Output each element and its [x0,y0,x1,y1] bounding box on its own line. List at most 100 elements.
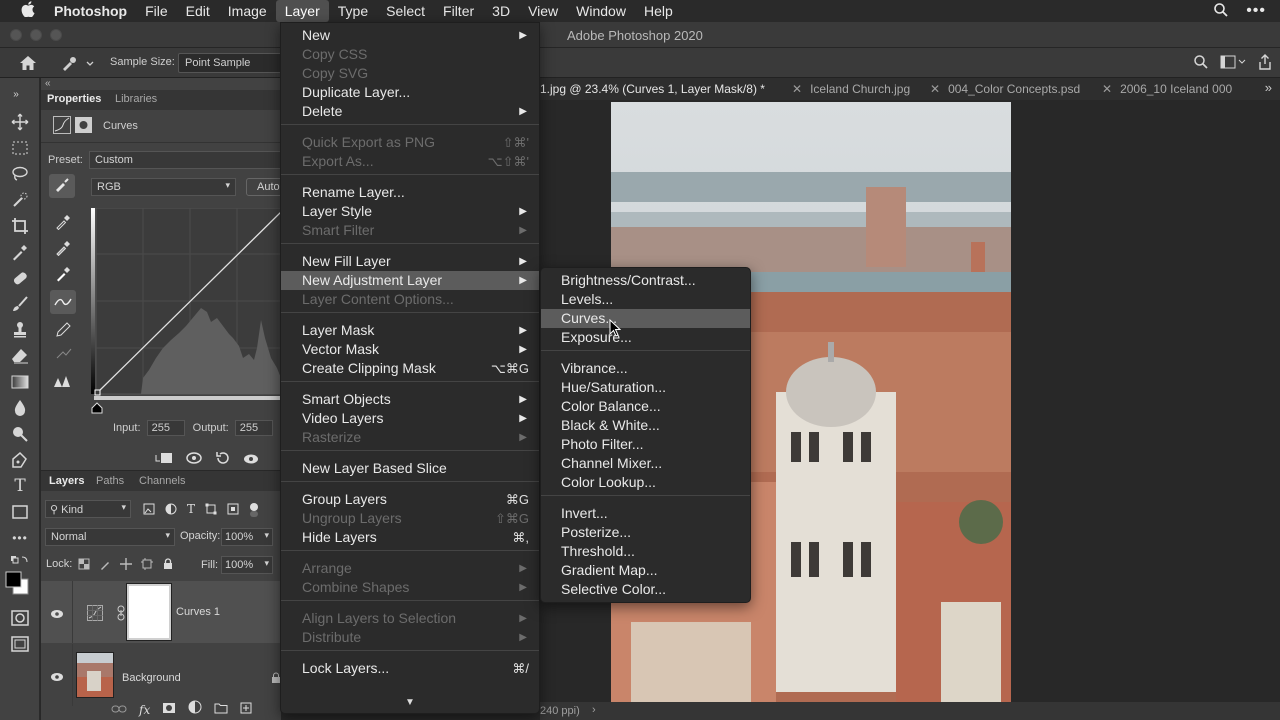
document-info[interactable]: 240 ppi) [540,705,580,717]
visibility-icon[interactable] [50,669,64,687]
type-tool-icon[interactable]: T [10,476,30,496]
lock-all-icon[interactable] [162,557,174,575]
zoom-window-button[interactable] [50,29,62,41]
menu-item-vector-mask[interactable]: Vector Mask ▶ [281,340,539,359]
lock-artboard-icon[interactable] [141,557,153,575]
menu-item-new[interactable]: New ▶ [281,26,539,45]
smart-object-filter-icon[interactable] [227,502,239,523]
more-icon[interactable]: ••• [1246,2,1266,20]
screen-mode-icon[interactable] [10,634,30,654]
submenu-item-photo-filter[interactable]: Photo Filter... [541,435,750,454]
scroll-down-arrow-icon[interactable]: ▼ [405,697,415,708]
minimize-window-button[interactable] [30,29,42,41]
fx-icon[interactable]: fx [139,703,150,717]
submenu-item-brightness-contrast[interactable]: Brightness/Contrast... [541,271,750,290]
menu-item-layer-style[interactable]: Layer Style ▶ [281,202,539,221]
output-field[interactable]: 255 [234,420,273,436]
new-layer-icon[interactable] [240,701,252,719]
type-filter-icon[interactable]: T [187,502,195,523]
crop-tool-icon[interactable] [10,216,30,236]
layer-row[interactable]: Background [41,644,281,706]
visibility-icon[interactable] [50,606,64,624]
gray-point-eyedropper-icon[interactable] [55,238,71,261]
submenu-item-selective-color[interactable]: Selective Color... [541,580,750,599]
menu-view[interactable]: View [519,0,567,22]
close-tab-icon[interactable]: ✕ [930,82,940,96]
menu-item-hide-layers[interactable]: Hide Layers ⌘, [281,528,539,547]
quick-selection-tool-icon[interactable] [10,190,30,210]
menu-window[interactable]: Window [567,0,635,22]
preset-select[interactable]: Custom [89,151,289,169]
visibility-icon[interactable] [243,452,259,470]
submenu-item-levels[interactable]: Levels... [541,290,750,309]
doc-tab-active[interactable]: 1.jpg @ 23.4% (Curves 1, Layer Mask/8) * [540,82,765,96]
menu-layer[interactable]: Layer [275,0,329,22]
brush-tool-icon[interactable] [10,294,30,314]
gradient-tool-icon[interactable] [10,372,30,392]
layer-mask-thumbnail[interactable] [126,583,172,641]
menu-select[interactable]: Select [377,0,434,22]
pixel-filter-icon[interactable] [143,502,155,523]
menu-item-group-layers[interactable]: Group Layers ⌘G [281,490,539,509]
menu-item-create-clipping-mask[interactable]: Create Clipping Mask ⌥⌘G [281,359,539,378]
home-icon[interactable] [18,54,38,72]
curves-graph[interactable] [91,207,282,400]
lock-transparent-icon[interactable] [78,557,90,575]
opacity-field[interactable]: 100% ▾ [221,528,273,546]
smooth-icon[interactable] [55,346,73,367]
menu-item-layer-mask[interactable]: Layer Mask ▶ [281,321,539,340]
eyedropper-tool-preset-icon[interactable] [60,54,96,72]
layer-name[interactable]: Curves 1 [176,606,220,618]
close-window-button[interactable] [10,29,22,41]
layer-name[interactable]: Background [122,672,181,684]
menu-filter[interactable]: Filter [434,0,483,22]
rectangle-tool-icon[interactable] [10,502,30,522]
black-point-slider-icon[interactable] [91,401,103,419]
workspace-icon[interactable] [1220,55,1246,72]
menu-item-rename-layer[interactable]: Rename Layer... [281,183,539,202]
menu-item-new-adjustment-layer[interactable]: New Adjustment Layer ▶ [281,271,539,290]
sample-size-select[interactable]: Point Sample [178,53,288,73]
black-point-eyedropper-icon[interactable] [55,212,71,235]
menu-item-video-layers[interactable]: Video Layers ▶ [281,409,539,428]
submenu-item-exposure[interactable]: Exposure... [541,328,750,347]
shape-filter-icon[interactable] [205,502,217,523]
new-adjustment-icon[interactable] [188,700,202,719]
doc-tab[interactable]: ✕ Iceland Church.jpg [792,82,910,96]
menu-app-name[interactable]: Photoshop [54,0,136,22]
submenu-item-vibrance[interactable]: Vibrance... [541,359,750,378]
eyedropper-tool-icon[interactable] [10,242,30,262]
menu-file[interactable]: File [136,0,177,22]
submenu-item-invert[interactable]: Invert... [541,504,750,523]
submenu-item-color-balance[interactable]: Color Balance... [541,397,750,416]
channel-select[interactable]: RGB ▾ [91,178,236,196]
healing-brush-tool-icon[interactable] [10,268,30,288]
menu-item-new-layer-based-slice[interactable]: New Layer Based Slice [281,459,539,478]
collapse-arrows-icon[interactable]: » [6,84,26,104]
move-tool-icon[interactable] [10,112,30,132]
curve-edit-points-icon[interactable] [50,290,76,314]
menu-item-smart-objects[interactable]: Smart Objects ▶ [281,390,539,409]
menu-edit[interactable]: Edit [177,0,219,22]
menu-3d[interactable]: 3D [483,0,519,22]
tab-libraries[interactable]: Libraries [115,93,157,105]
menu-item-duplicate-layer[interactable]: Duplicate Layer... [281,83,539,102]
tab-properties[interactable]: Properties [47,93,101,105]
new-group-icon[interactable] [214,701,228,719]
clip-to-layer-icon[interactable] [155,451,173,470]
mask-link-icon[interactable] [116,605,126,626]
menu-item-new-fill-layer[interactable]: New Fill Layer ▶ [281,252,539,271]
search-icon[interactable] [1194,55,1208,72]
view-previous-state-icon[interactable] [185,451,203,470]
menu-help[interactable]: Help [635,0,682,22]
edit-toolbar-icon[interactable]: ••• [10,528,30,548]
input-field[interactable]: 255 [146,420,185,436]
layer-filter-select[interactable]: ⚲ Kind ▾ [45,500,131,518]
adjustment-filter-icon[interactable] [165,502,177,523]
link-layers-icon[interactable] [111,701,127,719]
color-swatches[interactable] [4,570,30,596]
submenu-item-color-lookup[interactable]: Color Lookup... [541,473,750,492]
blur-tool-icon[interactable] [10,398,30,418]
lock-image-icon[interactable] [99,557,111,575]
apple-icon[interactable] [18,1,38,21]
